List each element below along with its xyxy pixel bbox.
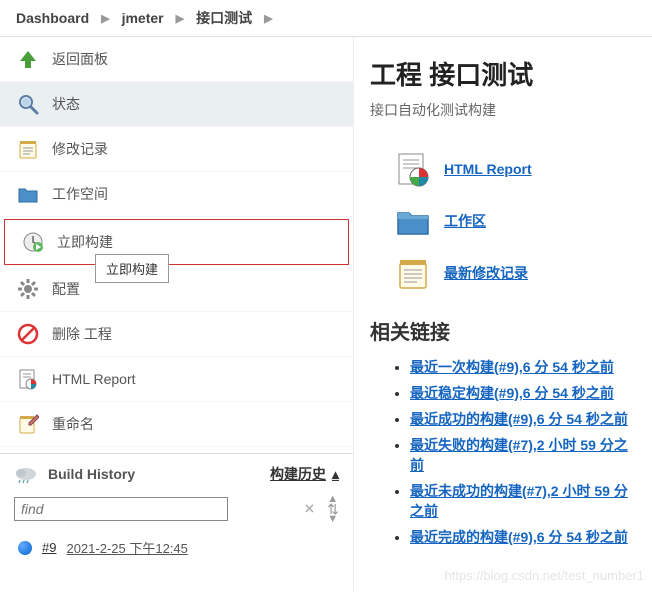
magnifier-icon [16, 92, 40, 116]
resource-html-report[interactable]: HTML Report [394, 150, 636, 188]
build-date-link[interactable]: 2021-2-25 下午12:45 [66, 538, 187, 557]
breadcrumb-item[interactable]: Dashboard [16, 10, 89, 26]
breadcrumb: Dashboard ▶ jmeter ▶ 接口测试 ▶ [0, 0, 652, 37]
arrow-down-icon: ▼ [327, 514, 339, 524]
resource-workspace[interactable]: 工作区 [394, 202, 636, 240]
breadcrumb-item[interactable]: jmeter [122, 10, 164, 26]
nav-label: 状态 [52, 94, 80, 114]
related-link[interactable]: 最近失败的构建(#7),2 小时 59 分之前 [410, 437, 628, 473]
chevron-up-icon: ▴ [332, 466, 339, 483]
page-subtitle: 接口自动化测试构建 [370, 100, 636, 120]
nav-label: 删除 工程 [52, 324, 112, 344]
report-icon [16, 367, 40, 391]
nav-back[interactable]: 返回面板 [0, 37, 353, 82]
resource-label: HTML Report [444, 161, 532, 177]
resource-label: 工作区 [444, 211, 486, 231]
nav-build-now[interactable]: 立即构建 立即构建 [4, 219, 349, 265]
resource-changes[interactable]: 最新修改记录 [394, 254, 636, 292]
nav-label: 配置 [52, 279, 80, 299]
report-icon [394, 150, 432, 188]
folder-icon [16, 182, 40, 206]
nav-label: 重命名 [52, 414, 94, 434]
folder-icon [394, 202, 432, 240]
build-history-title: Build History [48, 466, 135, 482]
related-link[interactable]: 最近成功的构建(#9),6 分 54 秒之前 [410, 411, 628, 427]
up-arrow-icon [16, 47, 40, 71]
sort-arrows[interactable]: ▲ ⇅ ▼ [327, 494, 339, 524]
clear-icon[interactable]: ✕ [304, 501, 316, 518]
chevron-right-icon: ▶ [176, 12, 184, 25]
related-links-heading: 相关链接 [370, 316, 636, 345]
notepad-icon [16, 137, 40, 161]
nav-label: HTML Report [52, 371, 136, 387]
watermark: https://blog.csdn.net/test_number1 [445, 568, 644, 583]
nav-rename[interactable]: 重命名 [0, 402, 353, 447]
build-history-link[interactable]: 构建历史 ▴ [270, 464, 339, 484]
nav-changes[interactable]: 修改记录 [0, 127, 353, 172]
gear-icon [16, 277, 40, 301]
nav-delete[interactable]: 删除 工程 [0, 312, 353, 357]
sidebar: 返回面板 状态 修改记录 工作空间 [0, 37, 354, 591]
nav-configure[interactable]: 配置 [0, 267, 353, 312]
nav-label: 修改记录 [52, 139, 108, 159]
breadcrumb-item[interactable]: 接口测试 [196, 8, 252, 28]
nav-status[interactable]: 状态 [0, 82, 353, 127]
nav-label: 工作空间 [52, 184, 108, 204]
edit-notepad-icon [16, 412, 40, 436]
prohibited-icon [16, 322, 40, 346]
chevron-right-icon: ▶ [101, 12, 109, 25]
build-number-link[interactable]: #9 [42, 540, 56, 555]
weather-icon [14, 464, 38, 484]
main-content: 工程 接口测试 接口自动化测试构建 HTML Report 工作区 最新修改记录 [354, 37, 652, 591]
related-link[interactable]: 最近完成的构建(#9),6 分 54 秒之前 [410, 529, 628, 545]
nav-label: 返回面板 [52, 49, 108, 69]
clock-play-icon [21, 230, 45, 254]
nav-html-report[interactable]: HTML Report [0, 357, 353, 402]
build-search-input[interactable] [14, 497, 228, 521]
notepad-icon [394, 254, 432, 292]
related-link[interactable]: 最近一次构建(#9),6 分 54 秒之前 [410, 359, 614, 375]
tooltip: 立即构建 [95, 254, 169, 283]
resource-label: 最新修改记录 [444, 263, 528, 283]
related-link[interactable]: 最近未成功的构建(#7),2 小时 59 分之前 [410, 483, 628, 519]
nav-workspace[interactable]: 工作空间 [0, 172, 353, 217]
build-history-panel: Build History 构建历史 ▴ ✕ ▲ ⇅ ▼ [0, 453, 353, 575]
page-title: 工程 接口测试 [370, 55, 636, 92]
build-row[interactable]: #9 2021-2-25 下午12:45 [14, 530, 339, 565]
nav-label: 立即构建 [57, 232, 113, 252]
build-status-ball-icon [18, 541, 32, 555]
chevron-right-icon: ▶ [264, 12, 272, 25]
related-link[interactable]: 最近稳定构建(#9),6 分 54 秒之前 [410, 385, 614, 401]
